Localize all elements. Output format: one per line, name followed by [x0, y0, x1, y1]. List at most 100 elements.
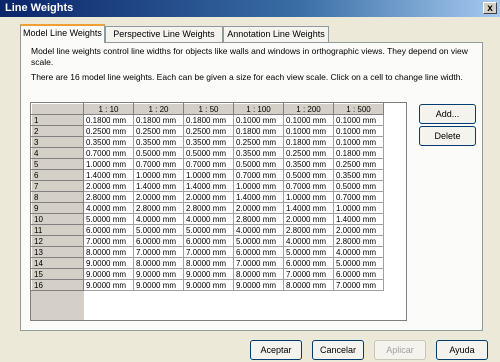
grid-cell[interactable]: 0.5000 mm [333, 180, 384, 192]
grid-cell[interactable]: 1.0000 mm [83, 158, 134, 170]
grid-cell[interactable]: 0.2500 mm [233, 136, 284, 148]
grid-cell[interactable]: 2.0000 mm [233, 202, 284, 214]
grid-cell[interactable]: 0.5000 mm [133, 147, 184, 159]
grid-cell[interactable]: 5.0000 mm [283, 246, 334, 258]
grid-cell[interactable]: 1.0000 mm [233, 180, 284, 192]
grid-cell[interactable]: 8.0000 mm [133, 257, 184, 269]
grid-cell[interactable]: 2.8000 mm [183, 202, 234, 214]
grid-cell[interactable]: 7.0000 mm [133, 246, 184, 258]
grid-cell[interactable]: 1.0000 mm [283, 191, 334, 203]
grid-column-header[interactable]: 1 : 20 [133, 103, 184, 115]
grid-cell[interactable]: 4.0000 mm [133, 213, 184, 225]
grid-cell[interactable]: 9.0000 mm [133, 279, 184, 291]
grid-cell[interactable]: 5.0000 mm [233, 235, 284, 247]
grid-cell[interactable]: 4.0000 mm [83, 202, 134, 214]
grid-cell[interactable]: 0.1000 mm [283, 125, 334, 137]
grid-row-header[interactable]: 16 [31, 279, 84, 291]
grid-row-header[interactable]: 5 [31, 158, 84, 170]
grid-cell[interactable]: 0.7000 mm [133, 158, 184, 170]
grid-row-header[interactable]: 9 [31, 202, 84, 214]
grid-row-header[interactable]: 3 [31, 136, 84, 148]
grid-column-header[interactable]: 1 : 50 [183, 103, 234, 115]
grid-cell[interactable]: 7.0000 mm [283, 268, 334, 280]
grid-cell[interactable]: 6.0000 mm [233, 246, 284, 258]
grid-cell[interactable]: 0.7000 mm [233, 169, 284, 181]
grid-cell[interactable]: 1.4000 mm [83, 169, 134, 181]
grid-cell[interactable]: 2.8000 mm [233, 213, 284, 225]
grid-column-header[interactable]: 1 : 100 [233, 103, 284, 115]
grid-cell[interactable]: 1.4000 mm [133, 180, 184, 192]
grid-cell[interactable]: 2.0000 mm [83, 180, 134, 192]
grid-cell[interactable]: 4.0000 mm [333, 246, 384, 258]
grid-row-header[interactable]: 12 [31, 235, 84, 247]
grid-cell[interactable]: 0.1000 mm [283, 114, 334, 126]
grid-cell[interactable]: 8.0000 mm [83, 246, 134, 258]
grid-row-header[interactable]: 4 [31, 147, 84, 159]
grid-cell[interactable]: 9.0000 mm [233, 279, 284, 291]
grid-cell[interactable]: 2.8000 mm [283, 224, 334, 236]
grid-cell[interactable]: 1.0000 mm [333, 202, 384, 214]
grid-cell[interactable]: 0.7000 mm [183, 158, 234, 170]
cancel-button[interactable]: Cancelar [312, 340, 364, 360]
grid-row-header[interactable]: 11 [31, 224, 84, 236]
grid-cell[interactable]: 0.2500 mm [283, 147, 334, 159]
close-button[interactable]: x [483, 2, 497, 14]
grid-cell[interactable]: 0.1800 mm [133, 114, 184, 126]
grid-cell[interactable]: 5.0000 mm [333, 257, 384, 269]
grid-cell[interactable]: 6.0000 mm [183, 235, 234, 247]
grid-cell[interactable]: 0.3500 mm [333, 169, 384, 181]
grid-cell[interactable]: 9.0000 mm [83, 279, 134, 291]
grid-cell[interactable]: 1.4000 mm [183, 180, 234, 192]
grid-cell[interactable]: 0.2500 mm [183, 125, 234, 137]
grid-row-header[interactable]: 2 [31, 125, 84, 137]
grid-cell[interactable]: 0.1000 mm [233, 114, 284, 126]
grid-cell[interactable]: 6.0000 mm [283, 257, 334, 269]
grid-cell[interactable]: 0.1800 mm [83, 114, 134, 126]
grid-cell[interactable]: 2.0000 mm [183, 191, 234, 203]
grid-cell[interactable]: 0.3500 mm [133, 136, 184, 148]
grid-cell[interactable]: 0.5000 mm [283, 169, 334, 181]
grid-cell[interactable]: 5.0000 mm [133, 224, 184, 236]
grid-cell[interactable]: 0.1800 mm [333, 147, 384, 159]
grid-cell[interactable]: 0.1800 mm [233, 125, 284, 137]
grid-cell[interactable]: 5.0000 mm [83, 213, 134, 225]
grid-cell[interactable]: 1.4000 mm [283, 202, 334, 214]
grid-cell[interactable]: 9.0000 mm [83, 268, 134, 280]
grid-cell[interactable]: 0.1800 mm [283, 136, 334, 148]
apply-button[interactable]: Aplicar [374, 340, 426, 360]
grid-cell[interactable]: 4.0000 mm [183, 213, 234, 225]
grid-cell[interactable]: 0.3500 mm [283, 158, 334, 170]
delete-button[interactable]: Delete [419, 126, 476, 146]
grid-cell[interactable]: 7.0000 mm [233, 257, 284, 269]
grid-row-header[interactable]: 7 [31, 180, 84, 192]
grid-cell[interactable]: 0.3500 mm [233, 147, 284, 159]
tab-annotation-line-weights[interactable]: Annotation Line Weights [223, 26, 329, 42]
grid-cell[interactable]: 8.0000 mm [183, 257, 234, 269]
grid-cell[interactable]: 2.8000 mm [133, 202, 184, 214]
grid-cell[interactable]: 1.4000 mm [333, 213, 384, 225]
grid-cell[interactable]: 1.0000 mm [183, 169, 234, 181]
grid-cell[interactable]: 0.1800 mm [183, 114, 234, 126]
tab-model-line-weights[interactable]: Model Line Weights [20, 24, 105, 43]
grid-cell[interactable]: 0.7000 mm [283, 180, 334, 192]
grid-cell[interactable]: 6.0000 mm [333, 268, 384, 280]
grid-cell[interactable]: 7.0000 mm [333, 279, 384, 291]
grid-cell[interactable]: 0.1000 mm [333, 136, 384, 148]
grid-cell[interactable]: 0.5000 mm [183, 147, 234, 159]
grid-cell[interactable]: 2.0000 mm [133, 191, 184, 203]
help-button[interactable]: Ayuda [436, 340, 488, 360]
grid-cell[interactable]: 6.0000 mm [83, 224, 134, 236]
grid-cell[interactable]: 0.2500 mm [333, 158, 384, 170]
tab-perspective-line-weights[interactable]: Perspective Line Weights [105, 26, 223, 42]
grid-cell[interactable]: 0.3500 mm [183, 136, 234, 148]
grid-row-header[interactable]: 15 [31, 268, 84, 280]
grid-cell[interactable]: 9.0000 mm [133, 268, 184, 280]
grid-row-header[interactable]: 8 [31, 191, 84, 203]
grid-cell[interactable]: 7.0000 mm [183, 246, 234, 258]
ok-button[interactable]: Aceptar [250, 340, 302, 360]
grid-cell[interactable]: 0.7000 mm [83, 147, 134, 159]
add-button[interactable]: Add... [419, 104, 476, 124]
grid-column-header[interactable]: 1 : 10 [83, 103, 134, 115]
grid-cell[interactable]: 0.2500 mm [83, 125, 134, 137]
grid-cell[interactable]: 2.0000 mm [333, 224, 384, 236]
